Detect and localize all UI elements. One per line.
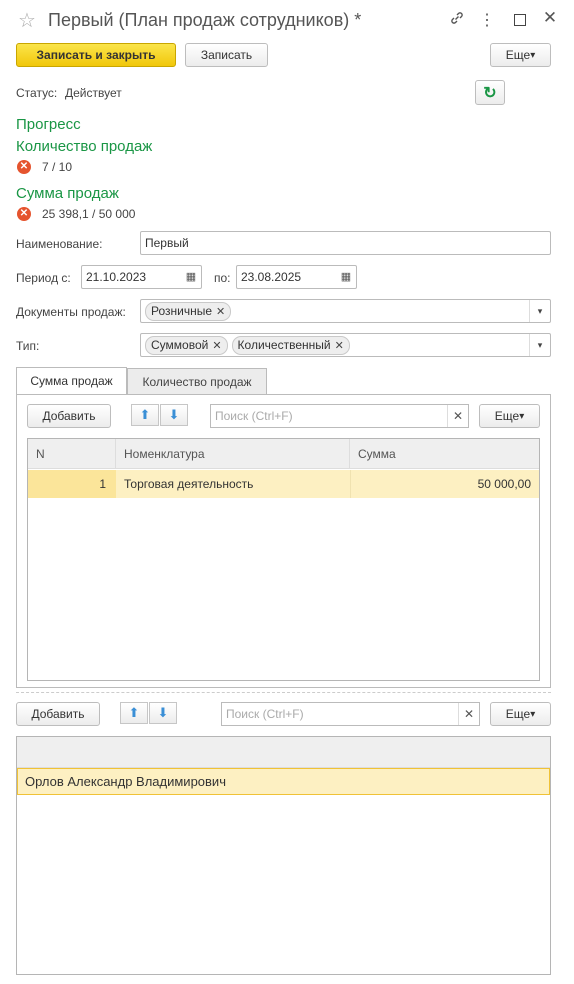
sum-value: 25 398,1 / 50 000 [42,207,136,221]
sales-table: N Номенклатура Сумма 1 Торговая деятельн… [27,438,540,681]
period-from-field[interactable]: 21.10.2023 ▦ [81,265,202,289]
docs-tag-label: Розничные [151,304,213,318]
add-employee-button[interactable]: Добавить [16,702,100,726]
more-label: Еще [505,48,531,62]
type-tag[interactable]: Суммовой ✕ [145,335,228,355]
table-row[interactable]: 1 Торговая деятельность 50 000,00 [28,470,539,498]
search-placeholder: Поиск (Ctrl+F) [215,409,293,423]
progress-heading: Прогресс [16,116,81,133]
move-down-button[interactable]: ⬇ [160,404,188,426]
arrow-down-icon: ⬇ [168,407,180,422]
favorite-star-icon[interactable]: ☆ [18,8,36,33]
table-row[interactable]: Орлов Александр Владимирович [17,768,550,795]
count-error-icon: ✕ [17,160,31,174]
tab-count-label: Количество продаж [142,374,252,389]
dropdown-arrow-icon[interactable]: ▾ [529,300,550,322]
search-input[interactable]: Поиск (Ctrl+F) ✕ [210,404,469,428]
employee-more-button[interactable]: Еще [490,702,551,726]
move-up-button[interactable]: ⬆ [131,404,159,426]
refresh-button[interactable]: ↻ [475,80,505,105]
employee-more-label: Еще [505,707,531,721]
column-header-sum[interactable]: Сумма [350,439,539,469]
calendar-icon[interactable]: ▦ [338,269,354,285]
type-tag[interactable]: Количественный ✕ [231,335,350,355]
tab-sum[interactable]: Сумма продаж [16,367,127,394]
period-from-value: 21.10.2023 [86,270,147,284]
count-heading: Количество продаж [16,138,153,155]
type-tag-label: Суммовой [151,338,209,352]
arrow-up-icon: ⬆ [139,407,151,422]
period-from-label: Период с: [16,271,71,285]
tab-sum-label: Сумма продаж [30,374,113,388]
search-placeholder: Поиск (Ctrl+F) [226,707,304,721]
save-and-close-button[interactable]: Записать и закрыть [16,43,176,67]
arrow-up-icon: ⬆ [128,705,140,720]
move-down-button[interactable]: ⬇ [149,702,177,724]
more-button[interactable]: Еще [490,43,551,67]
remove-tag-icon[interactable]: ✕ [335,339,344,352]
arrow-down-icon: ⬇ [157,705,169,720]
type-label: Тип: [16,339,40,353]
table-more-label: Еще [494,409,520,423]
move-up-button[interactable]: ⬆ [120,702,148,724]
sum-error-icon: ✕ [17,207,31,221]
table-header [17,737,550,768]
window-title: Первый (План продаж сотрудников) * [48,10,362,30]
remove-tag-icon[interactable]: ✕ [216,305,225,318]
clear-search-icon[interactable]: ✕ [447,405,468,427]
employees-table: Орлов Александр Владимирович [16,736,551,975]
table-more-button[interactable]: Еще [479,404,540,428]
status-value: Действует [65,86,122,100]
dropdown-arrow-icon[interactable]: ▾ [529,334,550,356]
name-label: Наименование: [16,237,103,251]
cell-sum: 50 000,00 [350,470,539,498]
link-icon[interactable] [447,10,467,31]
employee-search-input[interactable]: Поиск (Ctrl+F) ✕ [221,702,480,726]
clear-search-icon[interactable]: ✕ [458,703,479,725]
docs-label: Документы продаж: [16,305,126,319]
period-to-field[interactable]: 23.08.2025 ▦ [236,265,357,289]
more-vertical-icon[interactable]: ⋮ [477,10,497,30]
name-field[interactable]: Первый [140,231,551,255]
count-value: 7 / 10 [42,160,73,174]
save-button[interactable]: Записать [185,43,268,67]
sum-heading: Сумма продаж [16,185,119,202]
period-to-value: 23.08.2025 [241,270,302,284]
add-row-button[interactable]: Добавить [27,404,111,428]
calendar-icon[interactable]: ▦ [183,269,199,285]
remove-tag-icon[interactable]: ✕ [212,339,221,352]
employee-name: Орлов Александр Владимирович [25,774,226,789]
docs-tag[interactable]: Розничные ✕ [145,301,232,321]
type-tag-label: Количественный [237,338,331,352]
cell-n: 1 [28,470,116,498]
period-to-label: по: [214,271,231,285]
close-icon[interactable]: ✕ [540,8,560,28]
maximize-icon[interactable] [514,14,526,26]
tab-count[interactable]: Количество продаж [127,368,267,394]
cell-item: Торговая деятельность [124,477,254,491]
column-header-n[interactable]: N [28,439,116,469]
docs-field[interactable]: Розничные ✕ ▾ [140,299,551,323]
refresh-icon: ↻ [483,84,497,102]
name-value: Первый [145,236,189,250]
status-label: Статус: [16,86,58,100]
type-field[interactable]: Суммовой ✕ Количественный ✕ ▾ [140,333,551,357]
splitter[interactable] [16,692,551,693]
column-header-item[interactable]: Номенклатура [116,439,350,469]
